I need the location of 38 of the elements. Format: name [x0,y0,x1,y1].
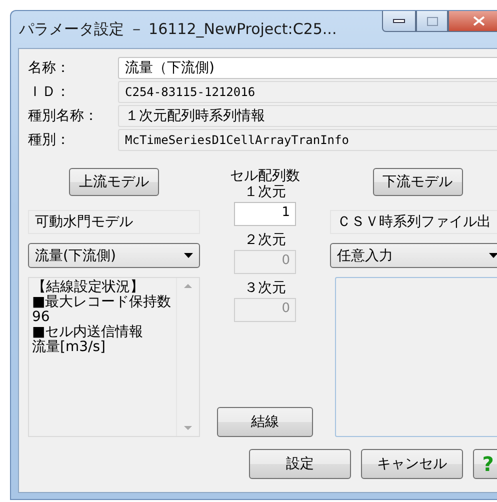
number-field[interactable]: 1 [234,202,296,226]
dropdown[interactable]: 任意入力 [330,243,497,268]
maximize-icon [426,16,438,26]
dimension-label: １次元 [244,184,286,200]
dropdown-arrow-icon [489,253,497,258]
connect-button[interactable]: 結線 [217,407,313,437]
scroll-up-icon [184,284,192,288]
dialog-button[interactable]: 設定 [249,449,351,479]
downstream-model-button[interactable]: 下流モデル [372,168,462,196]
scroll-down-icon [184,426,192,430]
close-icon [473,16,485,26]
info-line: ■最大レコード保持数 [32,295,172,310]
info-line: ■セル内送信情報 [32,325,144,340]
window-title: パラメータ設定 － 16112_NewProject:C25... [19,20,337,39]
field-label: 種別： [28,131,71,150]
model-name-label: ＣＳＶ時系列ファイル出 [330,210,497,234]
dimension-label: ３次元 [244,280,286,296]
readonly-field: １次元配列時系列情報 [118,105,497,127]
input-field[interactable]: 流量（下流側) [118,57,497,79]
info-line: 流量[m3/s] [32,340,106,355]
field-label: ＩＤ： [28,83,71,102]
field-label: 種別名称： [28,107,99,126]
dimension-label: ２次元 [244,232,286,248]
dialog-button[interactable]: キャンセル [361,449,463,479]
info-line: 96 [32,310,51,325]
field-label: 名称： [28,59,71,78]
readonly-field: McTimeSeriesD1CellArrayTranInfo [118,129,497,151]
upstream-model-button[interactable]: 上流モデル [69,168,159,196]
maximize-button[interactable] [416,11,448,32]
close-button[interactable] [448,11,497,32]
dropdown-arrow-icon [184,253,193,258]
dropdown[interactable]: 流量(下流側) [28,243,200,268]
info-line: 【結線設定状況】 [32,280,144,295]
model-name-label: 可動水門モデル [28,210,200,234]
minimize-icon [393,18,405,24]
cell-array-label: セル配列数 [230,168,300,184]
readonly-field: C254-83115-1212016 [118,81,497,103]
minimize-button[interactable] [382,11,416,32]
